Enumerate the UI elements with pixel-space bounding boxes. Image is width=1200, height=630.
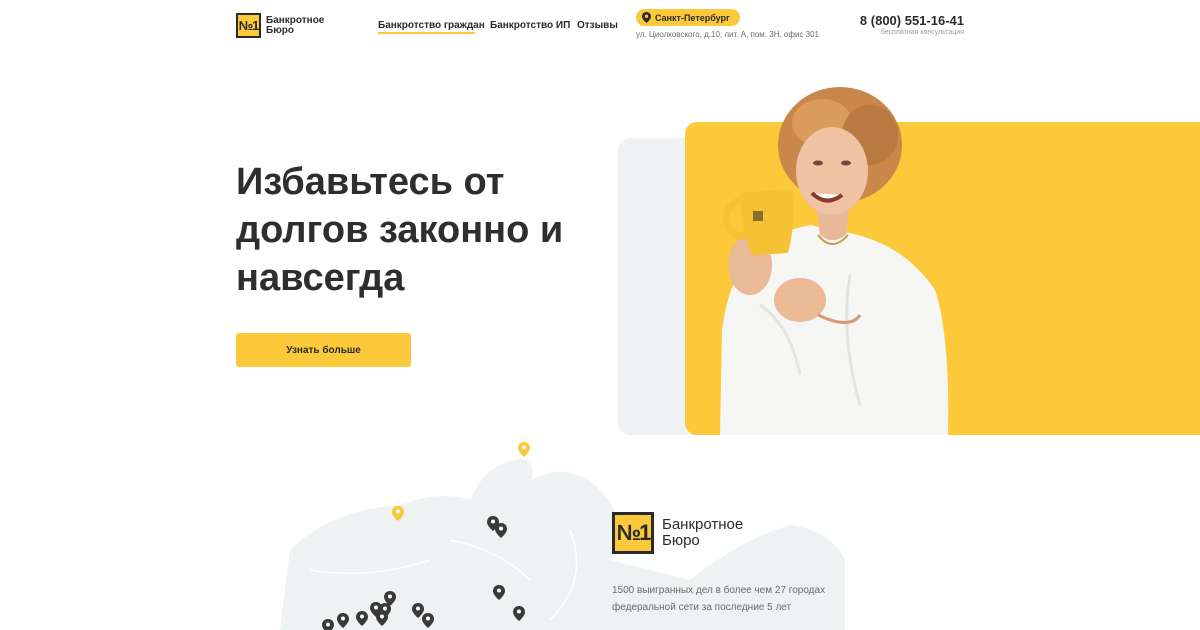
header-logo[interactable]: №1 Банкротное Бюро [236, 13, 326, 38]
city-selector[interactable]: Санкт-Петербург [636, 9, 740, 26]
office-address: ул. Циолковского, д.10, лит. А, пом. 3Н,… [636, 30, 819, 39]
nav-item-reviews[interactable]: Отзывы [577, 20, 618, 31]
phone-caption: бесплатная консультация [880, 29, 964, 36]
map-pin-icon [322, 619, 334, 630]
company-badge: №1 [612, 512, 654, 554]
company-description: 1500 выигранных дел в более чем 27 город… [612, 585, 826, 613]
location-pin-icon [642, 12, 651, 23]
nav-active-indicator [378, 32, 475, 34]
nav-item-citizens-bankruptcy[interactable]: Банкротство граждан [378, 20, 485, 31]
phone-number[interactable]: 8 (800) 551-16-41 [860, 13, 964, 28]
logo-badge-text: №1 [238, 18, 260, 33]
logo-badge: №1 [236, 13, 261, 38]
hero-title: Избавьтесь от долгов законно и навсегда [236, 161, 564, 299]
company-logo: №1 Банкротное Бюро [612, 512, 772, 554]
hero-photo-woman-with-mug [720, 87, 949, 435]
company-badge-text: №1 [616, 520, 652, 545]
learn-more-button[interactable]: Узнать больше [236, 333, 411, 367]
city-name: Санкт-Петербург [655, 12, 730, 23]
nav-item-ip-bankruptcy[interactable]: Банкротство ИП [490, 20, 570, 31]
company-name: Банкротное Бюро [662, 516, 744, 549]
map-pin-icon [518, 442, 530, 457]
logo-name: Банкротное Бюро [266, 14, 325, 36]
